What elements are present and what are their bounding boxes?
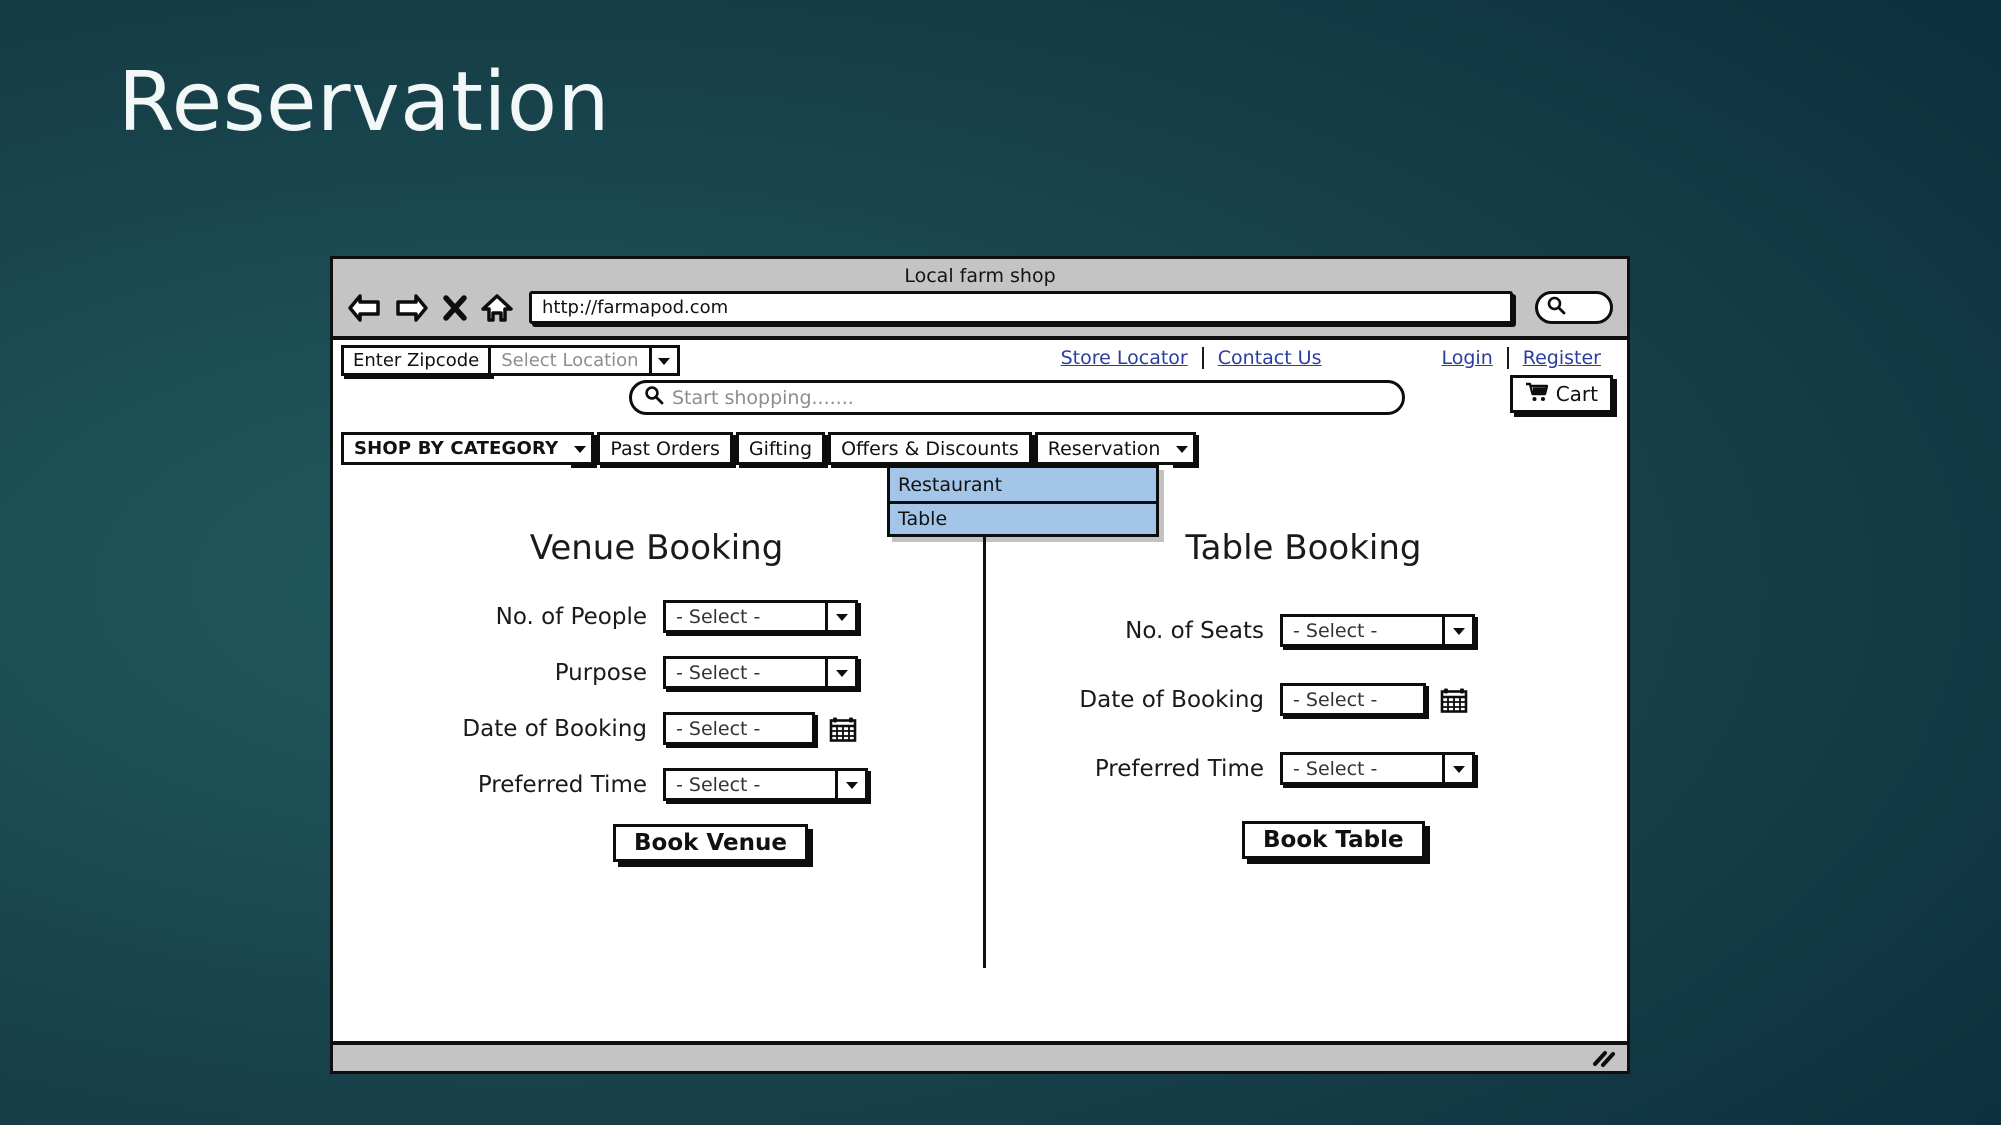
url-input[interactable]: http://farmapod.com — [529, 291, 1513, 324]
select-preferred-time[interactable]: - Select - — [1280, 752, 1475, 785]
field-row-date-of-booking: Date of Booking - Select - — [980, 683, 1627, 716]
forward-arrow-icon[interactable] — [395, 293, 429, 323]
label-date-of-booking: Date of Booking — [1079, 686, 1264, 713]
select-no-of-people[interactable]: - Select - — [663, 600, 858, 633]
chevron-down-icon — [835, 771, 865, 798]
select-purpose[interactable]: - Select - — [663, 656, 858, 689]
book-venue-button[interactable]: Book Venue — [613, 824, 808, 862]
zipcode-input[interactable]: Enter Zipcode — [341, 345, 492, 376]
field-row-preferred-time: Preferred Time - Select - — [333, 768, 980, 801]
window-title: Local farm shop — [904, 265, 1056, 287]
browser-search-button[interactable] — [1535, 291, 1613, 324]
book-table-button[interactable]: Book Table — [1242, 821, 1425, 859]
label-no-of-people: No. of People — [495, 603, 647, 630]
browser-chrome: Local farm shop http://farmapod.com — [333, 259, 1627, 340]
home-icon[interactable] — [481, 293, 513, 323]
close-x-icon[interactable] — [443, 294, 467, 322]
nav-tabs: SHOP BY CATEGORY Past Orders Gifting Off… — [341, 432, 1627, 465]
location-group: Enter Zipcode Select Location — [341, 345, 680, 376]
field-row-no-of-seats: No. of Seats - Select - — [980, 614, 1627, 647]
select-no-of-seats[interactable]: - Select - — [1280, 614, 1475, 647]
search-icon — [644, 385, 664, 410]
select-value: - Select - — [676, 605, 761, 628]
tab-gifting[interactable]: Gifting — [735, 432, 826, 465]
page-title: Reservation — [118, 55, 610, 150]
menu-item-table[interactable]: Table — [890, 501, 1156, 534]
input-date-of-booking[interactable]: - Select - — [663, 712, 815, 745]
cart-label: Cart — [1555, 382, 1598, 406]
input-date-of-booking[interactable]: - Select - — [1280, 683, 1426, 716]
calendar-icon[interactable] — [1440, 686, 1468, 714]
table-booking-form: No. of Seats - Select - Date of Booking … — [980, 614, 1627, 859]
table-booking-section: Table Booking No. of Seats - Select - Da… — [980, 522, 1627, 992]
browser-window: Local farm shop http://farmapod.com Ente… — [330, 256, 1630, 1074]
tab-past-orders[interactable]: Past Orders — [597, 432, 733, 465]
location-select[interactable]: Select Location — [491, 345, 652, 376]
tab-reservation[interactable]: Reservation — [1034, 432, 1174, 465]
search-placeholder: Start shopping....... — [672, 386, 854, 409]
select-preferred-time[interactable]: - Select - — [663, 768, 868, 801]
shopping-cart-icon — [1525, 382, 1549, 407]
select-value: - Select - — [676, 661, 761, 684]
booking-area: Venue Booking No. of People - Select - P… — [333, 522, 1627, 992]
link-register[interactable]: Register — [1509, 347, 1615, 369]
link-login[interactable]: Login — [1428, 347, 1507, 369]
reservation-dropdown-menu: Restaurant Table — [887, 465, 1159, 537]
chevron-down-icon — [1442, 755, 1472, 782]
label-purpose: Purpose — [554, 659, 647, 686]
field-row-no-of-people: No. of People - Select - — [333, 600, 980, 633]
label-preferred-time: Preferred Time — [477, 771, 647, 798]
table-submit-row: Book Table — [980, 821, 1627, 859]
select-value: - Select - — [676, 773, 761, 796]
link-contact-us[interactable]: Contact Us — [1204, 347, 1336, 369]
menu-item-restaurant[interactable]: Restaurant — [890, 468, 1156, 501]
calendar-icon[interactable] — [829, 715, 857, 743]
link-store-locator[interactable]: Store Locator — [1047, 347, 1202, 369]
page-body: Enter Zipcode Select Location Store Loca… — [333, 340, 1627, 1041]
browser-toolbar: http://farmapod.com — [333, 289, 1627, 336]
search-input[interactable]: Start shopping....... — [629, 380, 1405, 415]
tab-offers-discounts[interactable]: Offers & Discounts — [828, 432, 1032, 465]
url-text: http://farmapod.com — [542, 297, 729, 318]
venue-booking-section: Venue Booking No. of People - Select - P… — [333, 522, 980, 992]
resize-grip-icon[interactable] — [1591, 1050, 1617, 1073]
chevron-down-icon — [825, 659, 855, 686]
chevron-down-icon — [1442, 617, 1472, 644]
search-row: Start shopping....... Cart — [333, 375, 1627, 426]
select-value: - Select - — [1293, 619, 1378, 642]
location-chevron-down-icon[interactable] — [651, 345, 680, 376]
magnifier-icon — [1546, 295, 1566, 320]
label-preferred-time: Preferred Time — [1094, 755, 1264, 782]
venue-submit-row: Book Venue — [333, 824, 980, 862]
status-bar — [333, 1041, 1627, 1071]
reservation-chevron-down-icon[interactable] — [1170, 432, 1197, 465]
venue-booking-form: No. of People - Select - Purpose - Selec… — [333, 600, 980, 862]
field-row-preferred-time: Preferred Time - Select - — [980, 752, 1627, 785]
field-row-date-of-booking: Date of Booking - Select - — [333, 712, 980, 745]
main-nav: SHOP BY CATEGORY Past Orders Gifting Off… — [333, 432, 1627, 537]
tab-shop-by-category[interactable]: SHOP BY CATEGORY — [341, 432, 572, 465]
utility-row: Enter Zipcode Select Location Store Loca… — [333, 340, 1627, 378]
cart-button[interactable]: Cart — [1509, 375, 1613, 413]
select-value: - Select - — [1293, 757, 1378, 780]
chevron-down-icon — [825, 603, 855, 630]
utility-links: Store Locator Contact Us Login Register — [1047, 347, 1615, 369]
field-row-purpose: Purpose - Select - — [333, 656, 980, 689]
back-arrow-icon[interactable] — [347, 293, 381, 323]
browser-nav-icons — [347, 293, 513, 323]
venue-booking-title: Venue Booking — [529, 528, 784, 568]
label-no-of-seats: No. of Seats — [1125, 617, 1264, 644]
label-date-of-booking: Date of Booking — [462, 715, 647, 742]
shop-by-category-chevron-down-icon[interactable] — [568, 432, 595, 465]
